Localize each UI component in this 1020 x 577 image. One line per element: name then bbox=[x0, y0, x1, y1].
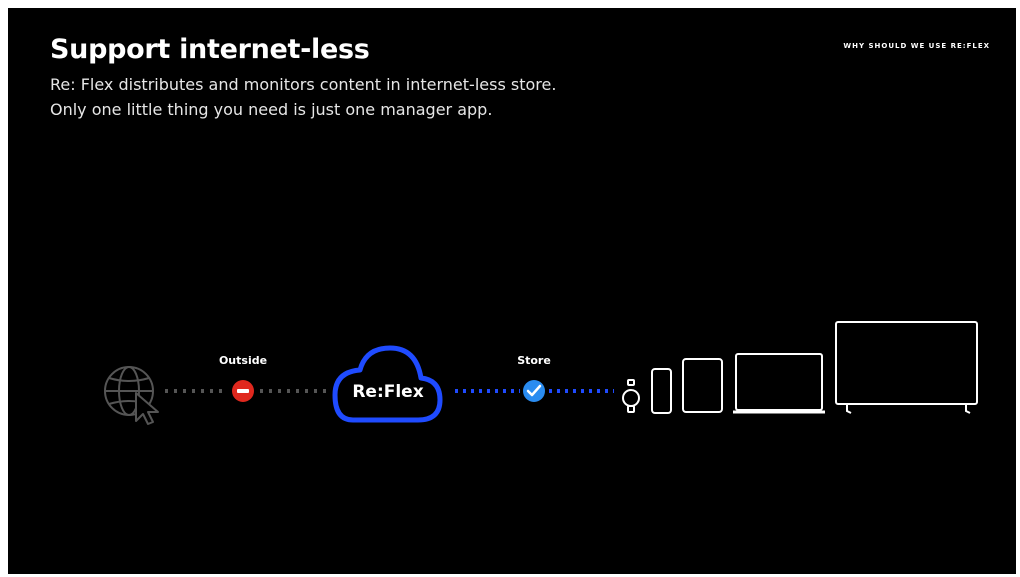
phone-icon bbox=[651, 368, 672, 414]
cloud-label: Re:Flex bbox=[352, 382, 424, 402]
cursor-icon bbox=[135, 392, 159, 425]
network-diagram bbox=[104, 321, 978, 425]
laptop-icon bbox=[733, 353, 825, 414]
outside-label: Outside bbox=[218, 354, 268, 367]
tablet-icon bbox=[682, 358, 723, 413]
watch-icon bbox=[622, 379, 640, 413]
blocked-icon bbox=[232, 380, 254, 402]
check-icon bbox=[523, 380, 545, 402]
tv-icon bbox=[835, 321, 978, 414]
store-label: Store bbox=[517, 354, 551, 367]
slide: Support internet-less Re: Flex distribut… bbox=[8, 8, 1016, 574]
